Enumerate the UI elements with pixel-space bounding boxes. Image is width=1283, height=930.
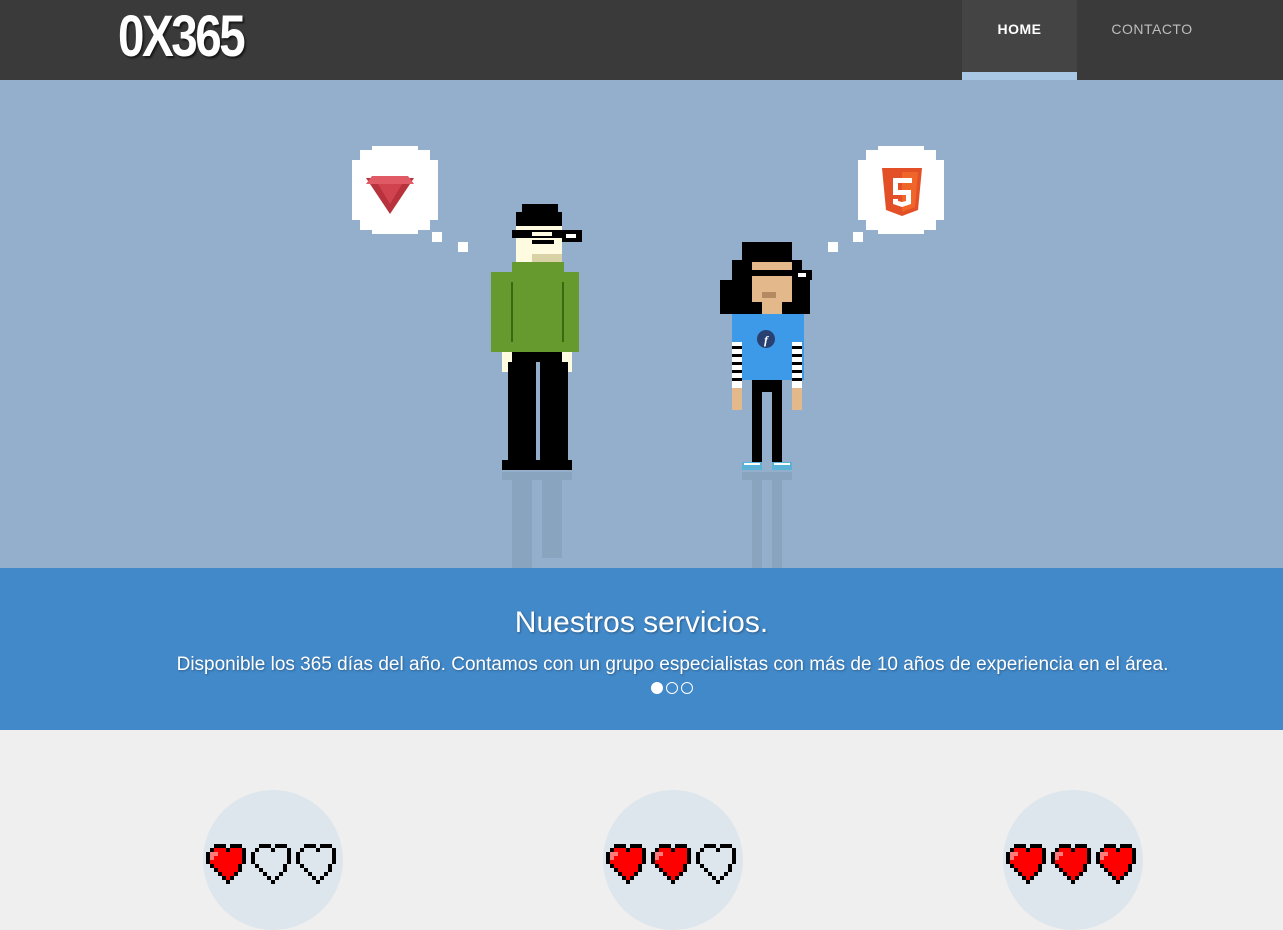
hearts-rating-2	[606, 844, 736, 884]
fedora-icon: f	[757, 330, 775, 348]
slider-pagination	[651, 682, 693, 694]
nav-home-link[interactable]: HOME	[962, 0, 1077, 80]
hearts-rating-1	[206, 844, 336, 884]
left-character	[491, 204, 582, 470]
slider-dot-3[interactable]	[681, 682, 693, 694]
hearts-rating-3	[1006, 844, 1136, 884]
services-slider: Nuestros servicios. Disponible los 365 d…	[0, 568, 1283, 730]
hero-illustration: f	[0, 80, 1283, 568]
right-thought-bubble	[828, 146, 944, 252]
heart-full-icon	[606, 844, 646, 884]
slider-text: Disponible los 365 días del año. Contamo…	[176, 654, 1169, 675]
slider-title: Nuestros servicios.	[514, 606, 769, 639]
nav-contact-link[interactable]: CONTACTO	[1077, 0, 1227, 80]
heart-full-icon	[206, 844, 246, 884]
html5-icon	[882, 168, 922, 216]
heart-full-icon	[1051, 844, 1091, 884]
slider-dot-2[interactable]	[666, 682, 678, 694]
top-navbar: 0X365 HOME CONTACTO	[0, 0, 1283, 80]
heart-full-icon	[1096, 844, 1136, 884]
left-thought-bubble	[352, 146, 468, 252]
pixel-art-scene: f	[352, 146, 944, 568]
right-character: f	[720, 242, 812, 470]
heart-full-icon	[651, 844, 691, 884]
feature-circle-1	[203, 790, 343, 930]
site-logo[interactable]: 0X365	[118, 2, 246, 72]
main-nav: HOME CONTACTO	[962, 0, 1227, 80]
heart-full-icon	[1006, 844, 1046, 884]
feature-circle-3	[1003, 790, 1143, 930]
heart-empty-icon	[696, 844, 736, 884]
floor-reflection	[502, 472, 792, 568]
heart-empty-icon	[251, 844, 291, 884]
heart-empty-icon	[296, 844, 336, 884]
feature-circle-2	[603, 790, 743, 930]
slider-dot-1[interactable]	[651, 682, 663, 694]
